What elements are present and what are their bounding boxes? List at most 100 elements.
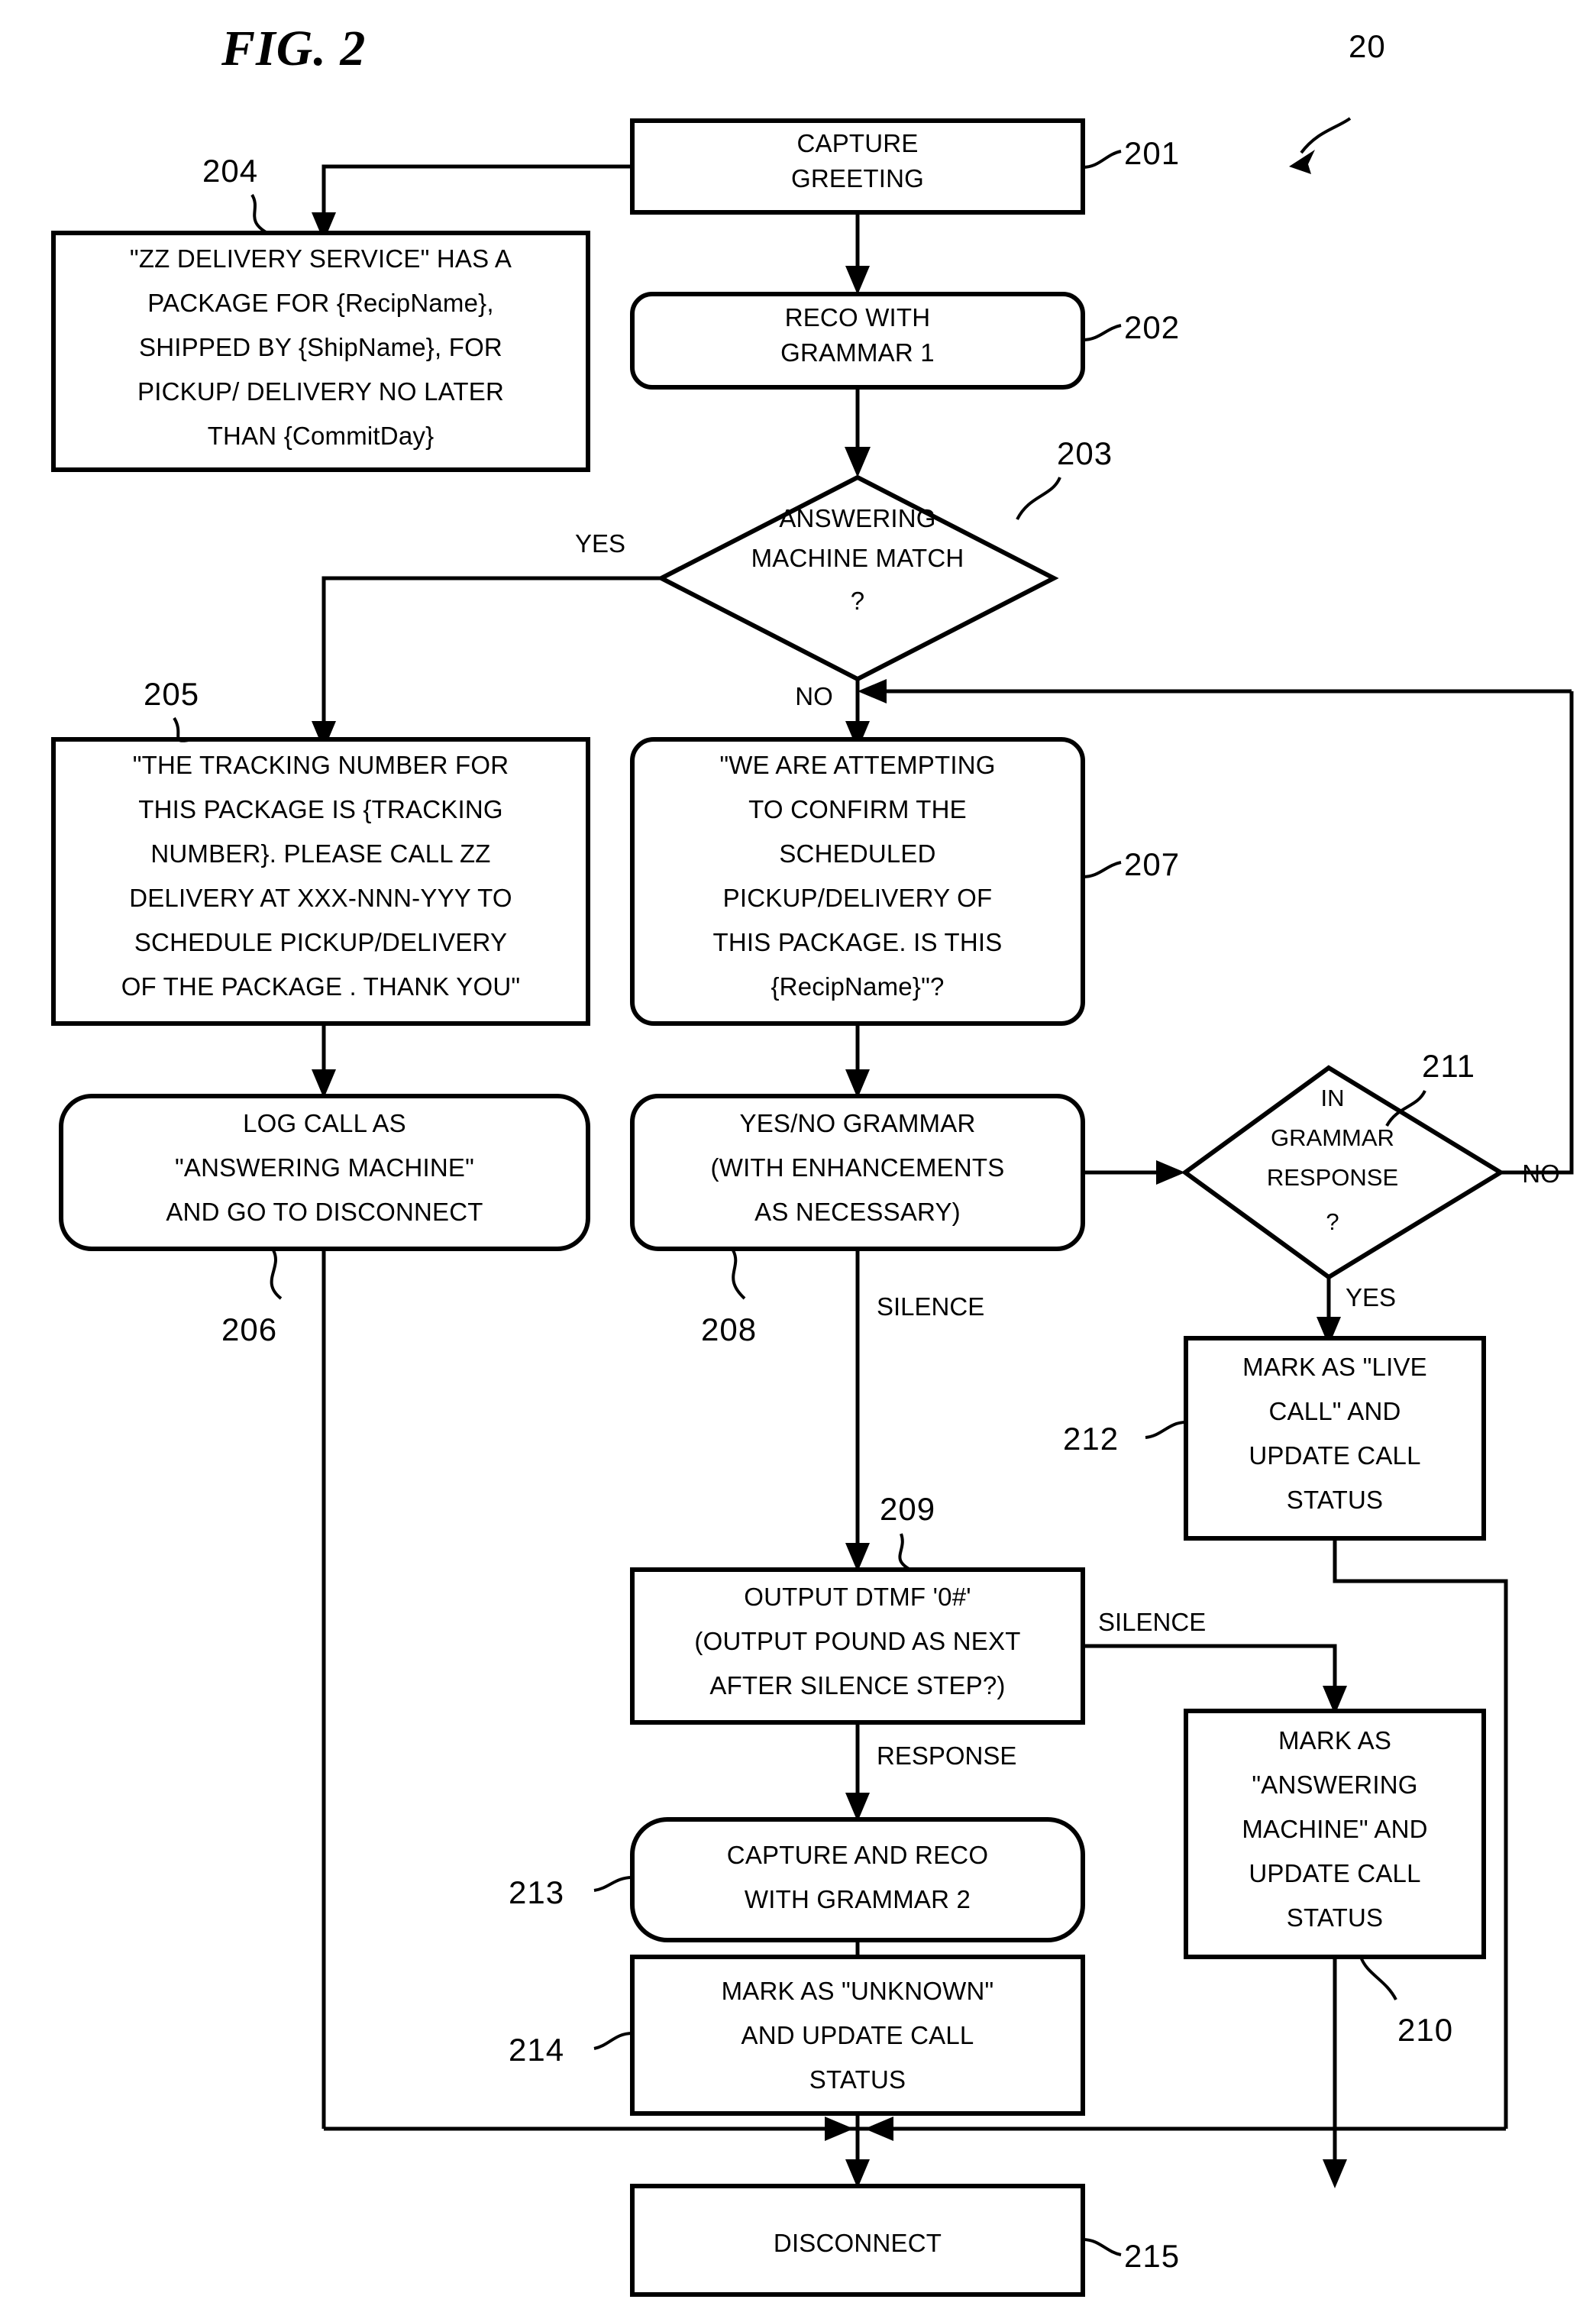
node-208-line-1: (WITH ENHANCEMENTS — [711, 1153, 1005, 1182]
node-204-line-0: "ZZ DELIVERY SERVICE" HAS A — [130, 244, 512, 273]
node-207-line-1: TO CONFIRM THE — [748, 795, 967, 823]
edge-201-to-204 — [321, 164, 632, 229]
node-205-line-3: DELIVERY AT XXX-NNN-YYY TO — [129, 884, 512, 912]
node-212-line-2: UPDATE CALL — [1249, 1441, 1420, 1470]
node-207-line-5: {RecipName}"? — [771, 972, 944, 1001]
node-207-line-2: SCHEDULED — [779, 839, 935, 868]
ref-label-201: 201 — [1124, 135, 1180, 171]
node-215-line-0: DISCONNECT — [774, 2229, 942, 2257]
edge-label-am-yes: YES — [575, 529, 625, 558]
node-204-line-3: PICKUP/ DELIVERY NO LATER — [137, 377, 504, 406]
patent-figure-page: FIG. 2 20 CAPTURE GREETING 201 "ZZ DELIV… — [0, 0, 1596, 2322]
ref-label-209: 209 — [880, 1491, 935, 1527]
node-209-line-0: OUTPUT DTMF '0#' — [744, 1583, 971, 1611]
node-205-line-0: "THE TRACKING NUMBER FOR — [133, 751, 509, 779]
ref-label-203: 203 — [1057, 435, 1113, 471]
node-206-line-1: "ANSWERING MACHINE" — [175, 1153, 474, 1182]
node-207-line-0: "WE ARE ATTEMPTING — [719, 751, 995, 779]
node-214-line-0: MARK AS "UNKNOWN" — [722, 1977, 994, 2005]
ref-214-leader — [593, 2032, 633, 2050]
node-207-line-4: THIS PACKAGE. IS THIS — [713, 928, 1003, 956]
edge-201-to-202-arrowhead — [845, 266, 870, 295]
edge-210-arrowhead — [1323, 2159, 1347, 2188]
edge-209-silence-to-210 — [1083, 1644, 1337, 1702]
ref-206-leader — [270, 1250, 283, 1300]
bus-arrowhead-right — [864, 2117, 893, 2141]
ref-203-leader — [1016, 477, 1061, 520]
node-205-line-1: THIS PACKAGE IS {TRACKING — [138, 795, 503, 823]
node-206-line-2: AND GO TO DISCONNECT — [166, 1198, 483, 1226]
node-211-line-2: RESPONSE — [1267, 1164, 1398, 1191]
ref-207-leader — [1082, 861, 1122, 878]
edge-label-silence-209: SILENCE — [1098, 1608, 1206, 1636]
edge-label-silence-208: SILENCE — [877, 1292, 984, 1321]
node-206-line-0: LOG CALL AS — [243, 1109, 406, 1137]
ref-202-leader — [1082, 324, 1122, 341]
ref-210-leader — [1359, 1956, 1397, 2000]
edge-211-no-path — [1501, 691, 1574, 1175]
ref-212-leader — [1145, 1421, 1187, 1439]
ref-label-213: 213 — [509, 1874, 564, 1910]
edge-label-response-209: RESPONSE — [877, 1742, 1016, 1770]
ref-label-208: 208 — [701, 1311, 757, 1347]
flowchart-canvas: FIG. 2 20 CAPTURE GREETING 201 "ZZ DELIV… — [51, 21, 1574, 2297]
node-208-line-0: YES/NO GRAMMAR — [739, 1109, 975, 1137]
ref-208-leader — [732, 1250, 746, 1300]
ref-label-210: 210 — [1397, 2012, 1453, 2048]
node-212-line-1: CALL" AND — [1268, 1397, 1401, 1425]
ref-label-207: 207 — [1124, 846, 1180, 882]
node-203-line-1: MACHINE MATCH — [751, 544, 964, 572]
system-ref-leader — [1300, 117, 1352, 154]
node-208-line-2: AS NECESSARY) — [754, 1198, 961, 1226]
node-211-line-3: ? — [1326, 1208, 1339, 1235]
node-207-line-3: PICKUP/DELIVERY OF — [723, 884, 993, 912]
edge-208-to-211-arrowhead — [1156, 1160, 1185, 1185]
ref-213-leader — [593, 1876, 633, 1892]
ref-label-215: 215 — [1124, 2238, 1180, 2274]
ref-209-leader — [898, 1533, 912, 1571]
node-203-line-2: ? — [851, 587, 865, 615]
node-205-line-2: NUMBER}. PLEASE CALL ZZ — [150, 839, 490, 868]
node-210-line-1: "ANSWERING — [1252, 1771, 1417, 1799]
edge-202-to-203-arrowhead — [845, 447, 871, 477]
edge-label-am-no: NO — [795, 682, 833, 710]
ref-label-214: 214 — [509, 2032, 564, 2068]
ref-label-206: 206 — [221, 1311, 277, 1347]
node-209-line-2: AFTER SILENCE STEP?) — [709, 1671, 1005, 1699]
figure-title: FIG. 2 — [221, 21, 366, 76]
node-211-line-0: IN — [1321, 1085, 1345, 1111]
node-203-line-0: ANSWERING — [779, 504, 935, 532]
node-204-line-4: THAN {CommitDay} — [208, 422, 435, 450]
node-214-line-1: AND UPDATE CALL — [741, 2021, 974, 2049]
ref-label-212: 212 — [1063, 1421, 1119, 1457]
node-214-line-2: STATUS — [809, 2065, 906, 2094]
ref-label-205: 205 — [144, 676, 199, 712]
ref-204-leader — [250, 193, 269, 234]
node-201-line-0: CAPTURE — [796, 129, 918, 157]
ref-201-leader — [1082, 150, 1122, 169]
node-210-line-4: STATUS — [1287, 1903, 1383, 1932]
node-205-line-5: OF THE PACKAGE . THANK YOU" — [121, 972, 521, 1001]
ref-label-202: 202 — [1124, 309, 1180, 345]
edge-203-yes-to-205 — [321, 576, 661, 737]
node-204-line-1: PACKAGE FOR {RecipName}, — [147, 289, 494, 317]
ref-label-211: 211 — [1422, 1048, 1475, 1084]
bus-arrowhead-left — [825, 2117, 854, 2141]
ref-label-204: 204 — [202, 153, 258, 189]
node-210-line-2: MACHINE" AND — [1242, 1815, 1427, 1843]
node-211-line-1: GRAMMAR — [1271, 1124, 1394, 1151]
system-ref-arrowhead — [1289, 150, 1315, 174]
edge-211-no-feedback-arrowhead — [858, 679, 887, 703]
node-210-line-3: UPDATE CALL — [1249, 1859, 1420, 1887]
node-204-line-2: SHIPPED BY {ShipName}, FOR — [139, 333, 502, 361]
node-209-line-1: (OUTPUT POUND AS NEXT — [694, 1627, 1020, 1655]
node-202-line-0: RECO WITH — [785, 303, 931, 331]
node-212-line-0: MARK AS "LIVE — [1242, 1353, 1427, 1381]
node-205-line-4: SCHEDULE PICKUP/DELIVERY — [134, 928, 507, 956]
node-210-line-0: MARK AS — [1278, 1726, 1391, 1754]
node-201-line-1: GREETING — [791, 164, 924, 192]
node-213-line-1: WITH GRAMMAR 2 — [745, 1885, 971, 1913]
node-213-shape — [630, 1817, 1085, 1942]
edge-label-grammar-yes: YES — [1346, 1283, 1396, 1311]
ref-label-20: 20 — [1349, 28, 1386, 64]
